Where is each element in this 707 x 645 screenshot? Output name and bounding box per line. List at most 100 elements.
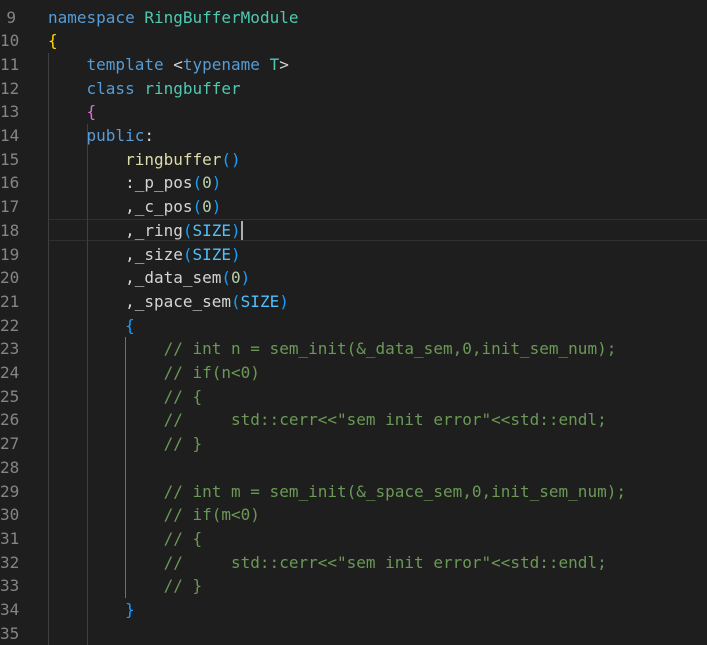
code-token: RingBufferModule [144,7,299,27]
code-text: ,_c_pos(0) [48,195,221,219]
code-line[interactable]: 10 { [0,29,707,53]
code-token: ringbuffer [125,149,222,169]
line-number: 12 [0,78,20,98]
code-token: // int m = sem_init(&_space_sem,0,init_s… [163,481,626,501]
code-line[interactable]: 30 // if(m<0) [0,503,707,527]
code-editor[interactable]: 9 namespace RingBufferModule 10 {11 templat… [0,0,707,645]
code-line[interactable]: 25 // { [0,385,707,409]
code-line[interactable]: 27 // } [0,432,707,456]
code-token: SIZE [192,220,232,240]
code-line[interactable]: 13 { [0,100,707,124]
code-line[interactable]: 14 public: [0,124,707,148]
code-token: // std::cerr<<"sem init error"<<std::end… [163,410,607,430]
code-token: class [86,78,135,98]
code-line[interactable]: 18 ,_ring(SIZE) [0,218,707,243]
code-line[interactable]: 26 // std::cerr<<"sem init error"<<std::… [0,408,707,432]
code-token: ,_c_pos [125,197,193,217]
line-number: 13 [0,102,20,122]
code-line[interactable]: 23 // int n = sem_init(&_data_sem,0,init… [0,337,707,361]
code-token: ( [192,197,203,217]
code-text: { [48,314,135,338]
code-token: namespace [48,7,135,27]
code-token: 0 [202,197,212,217]
code-token: ,_ring [125,220,183,240]
code-token: public [86,126,145,145]
line-number: 31 [0,528,20,548]
code-token: template [86,54,164,74]
code-line[interactable]: 31 // { [0,527,707,551]
code-line[interactable]: 32 // std::cerr<<"sem init error"<<std::… [0,551,707,575]
code-text: // if(m<0) [48,503,260,527]
code-line[interactable]: 11 template <typename T> [0,53,707,77]
code-line[interactable]: 33 // } [0,574,707,598]
code-text: class ringbuffer [48,77,241,101]
code-token: ) [211,197,222,217]
indent-guide [125,337,127,598]
code-text: // if(n<0) [48,361,260,385]
code-token: ( [221,268,232,288]
line-number: 9 [6,7,16,27]
code-token: > [279,54,289,74]
line-number: 35 [0,623,20,643]
code-line[interactable]: 12 class ringbuffer [0,77,707,101]
code-line[interactable]: 17 ,_c_pos(0) [0,195,707,219]
code-line[interactable]: 28 [0,456,707,480]
line-number: 10 [0,31,20,51]
line-number: 28 [0,457,20,477]
line-number: 22 [0,315,20,335]
code-token: SIZE [240,291,280,311]
line-number: 25 [0,386,20,406]
line-number: 21 [0,291,20,311]
code-token: } [125,600,135,619]
code-line[interactable]: 29 // int m = sem_init(&_space_sem,0,ini… [0,480,707,504]
line-number: 30 [0,505,20,525]
code-token: // std::cerr<<"sem init error"<<std::end… [163,552,607,572]
code-token: typename [182,54,260,74]
code-line[interactable]: 34 } [0,598,707,622]
code-line[interactable]: 15 ringbuffer() [0,148,707,172]
code-line[interactable]: 21 ,_space_sem(SIZE) [0,290,707,314]
code-text: public: [48,124,154,148]
code-text: ,_ring(SIZE) [48,219,241,243]
code-token: ,_space_sem [125,291,232,311]
code-token: { [86,102,97,122]
code-token: () [221,149,241,169]
line-number: 11 [0,54,20,74]
line-number: 34 [0,600,20,619]
code-token: // { [163,386,203,406]
text-cursor [240,220,243,240]
line-number: 16 [0,173,20,193]
code-text: ,_size(SIZE) [48,243,241,267]
code-line[interactable]: 22 { [0,314,707,338]
code-line[interactable]: 19 ,_size(SIZE) [0,243,707,267]
line-number: 33 [0,576,20,596]
code-text: { [48,100,97,124]
code-token: ,_size [125,244,183,264]
code-line[interactable]: 24 // if(n<0) [0,361,707,385]
code-line[interactable]: 9 namespace RingBufferModule [0,6,707,30]
code-token: 0 [231,268,241,288]
line-number: 23 [0,339,20,359]
indent-guide [48,52,49,645]
code-line[interactable]: 20 ,_data_sem(0) [0,266,707,290]
code-text: { [48,29,58,53]
code-line[interactable]: 35 [0,622,707,645]
code-text: // int m = sem_init(&_space_sem,0,init_s… [48,480,626,504]
line-number: 15 [0,149,20,169]
code-line[interactable]: 16 :_p_pos(0) [0,171,707,195]
code-text: ,_data_sem(0) [48,266,250,290]
code-token: ) [279,291,289,311]
line-number: 26 [0,410,20,430]
line-number: 17 [0,197,20,217]
code-token: ) [231,220,241,240]
